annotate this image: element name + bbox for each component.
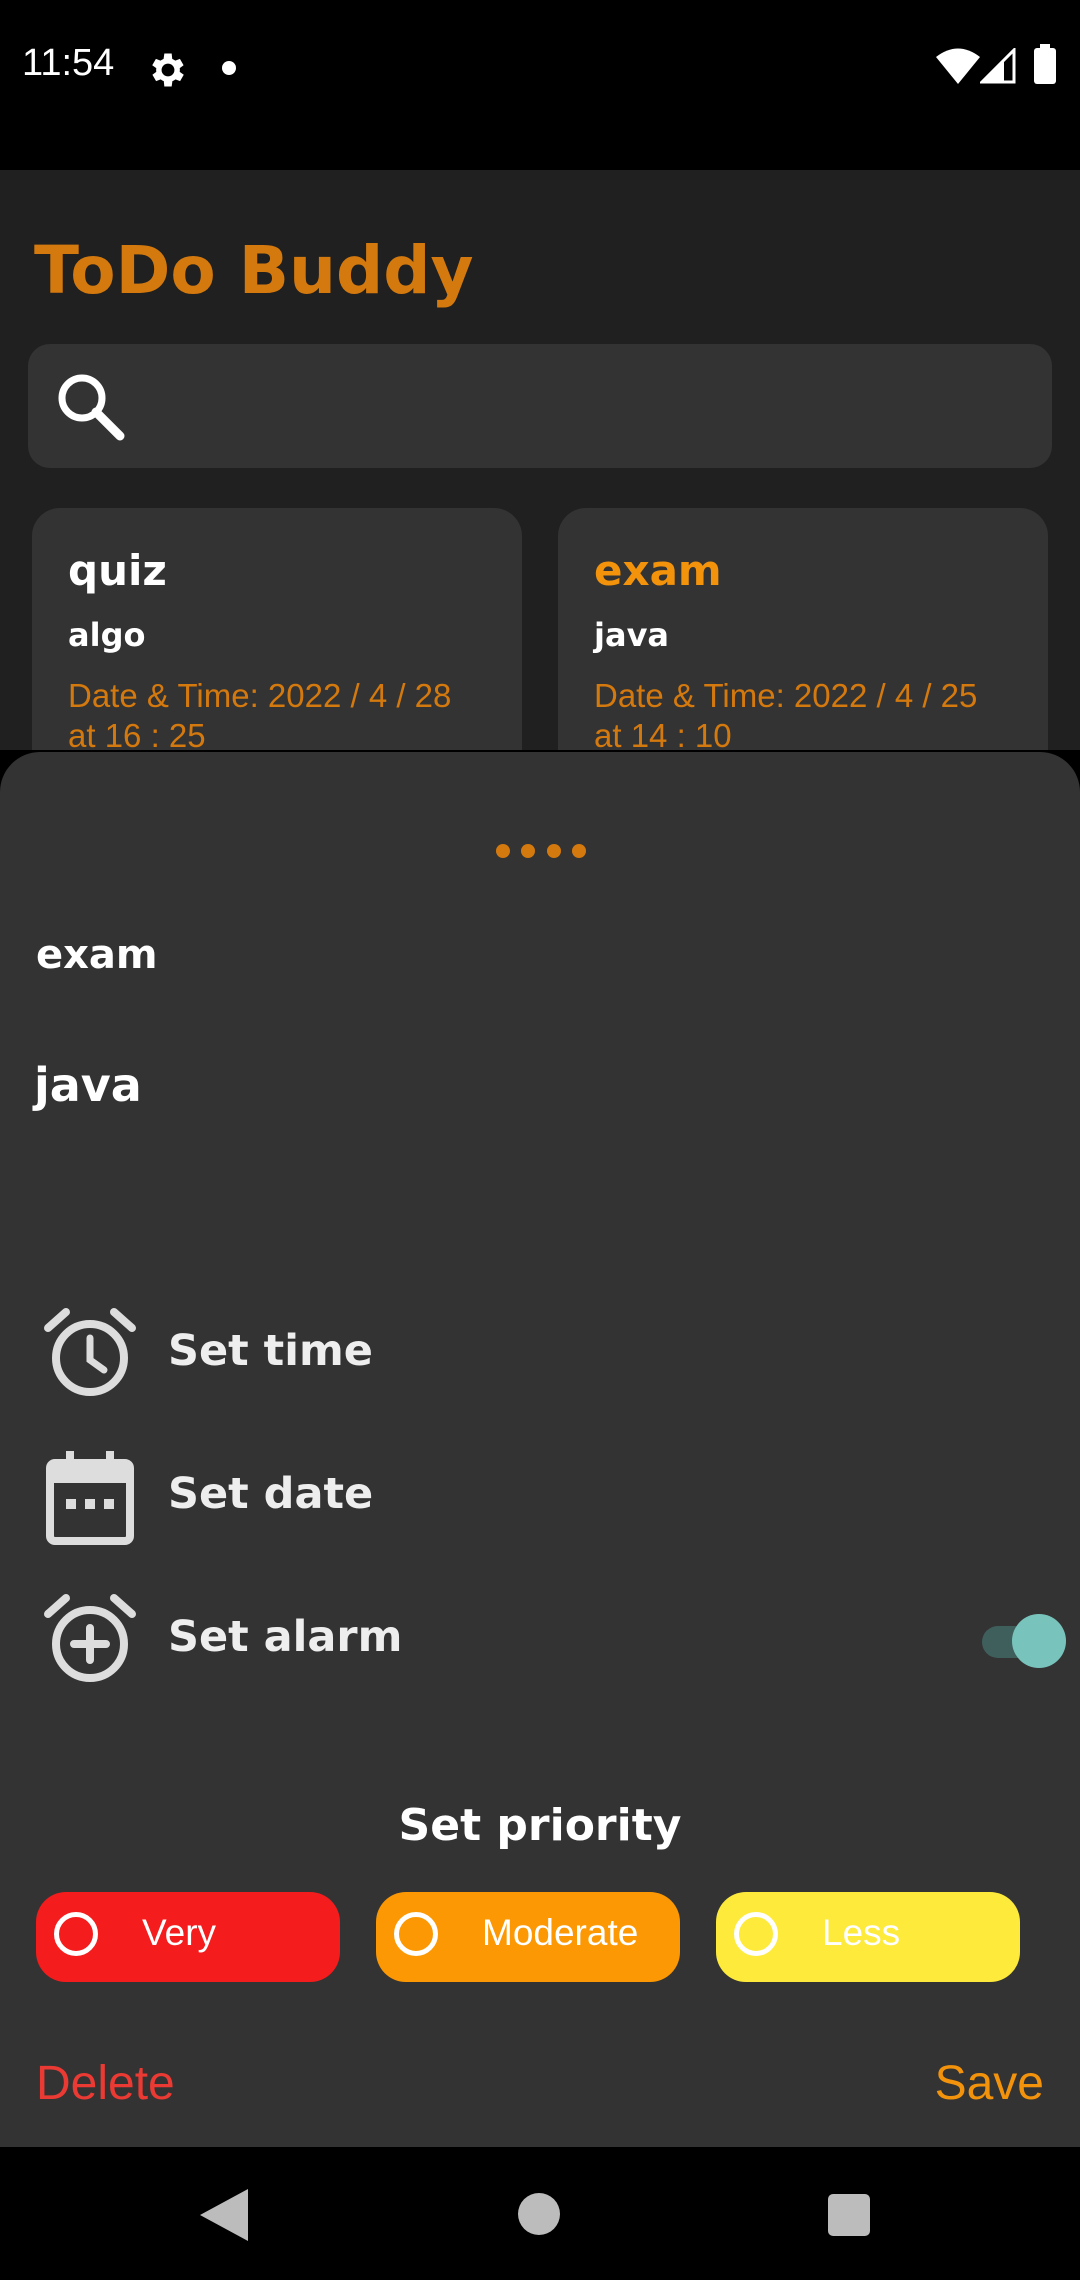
navigation-bar	[0, 2147, 1080, 2280]
wifi-icon	[936, 48, 980, 84]
task-card-date: Date & Time: 2022 / 4 / 25 at 14 : 10	[594, 677, 978, 750]
delete-button[interactable]: Delete	[36, 2056, 175, 2111]
radio-button[interactable]	[54, 1912, 98, 1956]
cell-signal-icon	[980, 48, 1016, 84]
task-card-title: exam	[594, 546, 722, 595]
sheet-drag-handle[interactable]	[496, 844, 586, 860]
settings-gear-icon	[152, 53, 184, 87]
handle-dot	[546, 844, 561, 858]
task-card-date: Date & Time: 2022 / 4 / 28 at 16 : 25	[68, 677, 452, 750]
battery-icon	[1034, 44, 1056, 84]
priority-very-option[interactable]: Very	[36, 1892, 340, 1982]
alarm-toggle[interactable]	[982, 1610, 1066, 1668]
main-screen: ToDo Buddy quiz algo Date & Time: 2022 /…	[0, 170, 1080, 750]
alarm-toggle-thumb	[1012, 1614, 1066, 1668]
priority-less-option[interactable]: Less	[716, 1892, 1020, 1982]
set-date-label: Set date	[168, 1469, 374, 1519]
status-bar: 11:54	[0, 0, 1080, 170]
save-button[interactable]: Save	[935, 2056, 1044, 2111]
task-description-input[interactable]: java	[34, 1058, 142, 1112]
set-time-label: Set time	[168, 1326, 373, 1376]
task-card[interactable]: exam java Date & Time: 2022 / 4 / 25 at …	[558, 508, 1048, 750]
task-card[interactable]: quiz algo Date & Time: 2022 / 4 / 28 at …	[32, 508, 522, 750]
task-title-input[interactable]: exam	[36, 932, 158, 978]
handle-dot	[521, 844, 536, 858]
priority-title: Set priority	[398, 1800, 682, 1851]
set-date-button[interactable]: Set date	[40, 1445, 1040, 1545]
priority-moderate-option[interactable]: Moderate	[376, 1892, 680, 1982]
priority-moderate-label: Moderate	[482, 1912, 639, 1953]
task-card-subtitle: java	[594, 616, 670, 654]
alarm-clock-icon	[44, 1308, 136, 1396]
edit-task-sheet: exam java Set time Set date Set alarm Se…	[0, 752, 1080, 2147]
task-card-subtitle: algo	[68, 616, 146, 654]
radio-button[interactable]	[734, 1912, 778, 1956]
search-icon[interactable]	[50, 366, 130, 446]
back-icon[interactable]	[200, 2189, 248, 2241]
calendar-icon	[46, 1451, 134, 1545]
priority-very-label: Very	[142, 1912, 217, 1953]
handle-dot	[496, 844, 510, 858]
app-title: ToDo Buddy	[34, 232, 474, 309]
priority-less-label: Less	[822, 1912, 901, 1953]
task-card-title: quiz	[68, 546, 167, 595]
search-bar[interactable]	[28, 344, 1052, 468]
set-alarm-label: Set alarm	[168, 1612, 403, 1662]
status-time: 11:54	[22, 42, 115, 84]
home-icon[interactable]	[518, 2193, 560, 2235]
recent-apps-icon[interactable]	[828, 2194, 870, 2236]
radio-button[interactable]	[394, 1912, 438, 1956]
handle-dot	[571, 844, 586, 858]
set-alarm-button[interactable]: Set alarm	[40, 1588, 1040, 1688]
notification-dot-icon	[222, 61, 236, 75]
set-time-button[interactable]: Set time	[40, 1302, 1040, 1402]
add-alarm-icon	[44, 1594, 136, 1682]
